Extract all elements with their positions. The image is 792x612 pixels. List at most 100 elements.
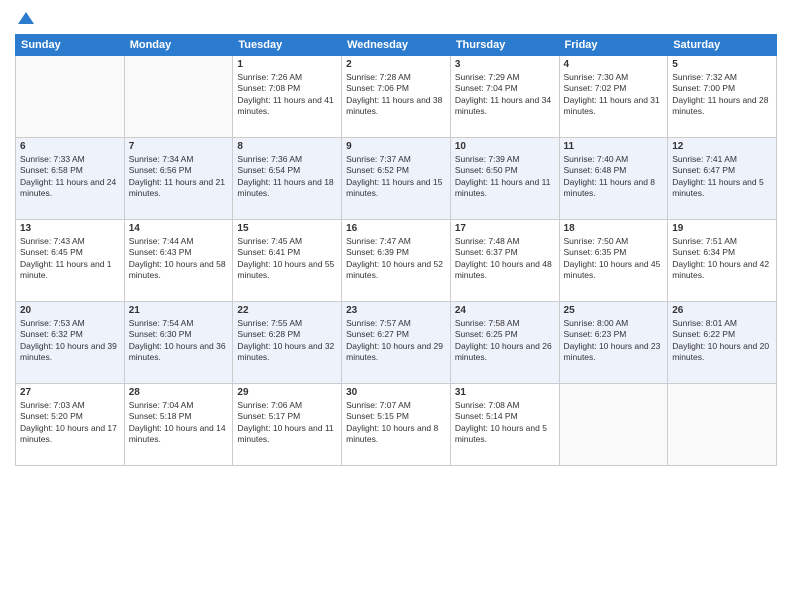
- calendar-cell: 5Sunrise: 7:32 AMSunset: 7:00 PMDaylight…: [668, 56, 777, 138]
- calendar-cell: 15 Sunrise: 7:45 AMSunset: 6:41 PMDayligh…: [233, 220, 342, 302]
- day-header-saturday: Saturday: [668, 35, 777, 56]
- calendar-cell: 20 Sunrise: 7:53 AMSunset: 6:32 PMDayligh…: [16, 302, 125, 384]
- calendar-cell: 19Sunrise: 7:51 AMSunset: 6:34 PMDayligh…: [668, 220, 777, 302]
- page: SundayMondayTuesdayWednesdayThursdayFrid…: [0, 0, 792, 612]
- day-info: Sunrise: 7:43 AMSunset: 6:45 PMDaylight:…: [20, 236, 120, 282]
- day-info: Sunrise: 7:30 AMSunset: 7:02 PMDaylight:…: [564, 72, 664, 118]
- day-info: Sunrise: 7:28 AMSunset: 7:06 PMDaylight:…: [346, 72, 446, 118]
- day-header-monday: Monday: [124, 35, 233, 56]
- day-number: 23: [346, 305, 446, 316]
- day-info: Sunrise: 7:29 AMSunset: 7:04 PMDaylight:…: [455, 72, 555, 118]
- calendar-cell: 8 Sunrise: 7:36 AMSunset: 6:54 PMDaylight…: [233, 138, 342, 220]
- day-number: 7: [129, 141, 229, 152]
- calendar-cell: 6 Sunrise: 7:33 AMSunset: 6:58 PMDaylight…: [16, 138, 125, 220]
- day-number: 22: [237, 305, 337, 316]
- day-number: 29: [237, 387, 337, 398]
- day-number: 10: [455, 141, 555, 152]
- calendar-cell: [559, 384, 668, 466]
- day-number: 18: [564, 223, 664, 234]
- logo: [15, 10, 36, 26]
- calendar-table: SundayMondayTuesdayWednesdayThursdayFrid…: [15, 34, 777, 466]
- day-header-wednesday: Wednesday: [342, 35, 451, 56]
- calendar-week-row: 13 Sunrise: 7:43 AMSunset: 6:45 PMDayligh…: [16, 220, 777, 302]
- logo-icon: [16, 10, 36, 30]
- day-info: Sunrise: 7:50 AMSunset: 6:35 PMDaylight:…: [564, 236, 664, 282]
- day-info: Sunrise: 7:47 AMSunset: 6:39 PMDaylight:…: [346, 236, 446, 282]
- day-info: Sunrise: 7:54 AMSunset: 6:30 PMDaylight:…: [129, 318, 229, 364]
- day-info: Sunrise: 7:39 AMSunset: 6:50 PMDaylight:…: [455, 154, 555, 200]
- calendar-cell: 3 Sunrise: 7:29 AMSunset: 7:04 PMDaylight…: [450, 56, 559, 138]
- calendar-cell: 14Sunrise: 7:44 AMSunset: 6:43 PMDayligh…: [124, 220, 233, 302]
- day-info: Sunrise: 7:48 AMSunset: 6:37 PMDaylight:…: [455, 236, 555, 282]
- day-info: Sunrise: 8:01 AMSunset: 6:22 PMDaylight:…: [672, 318, 772, 364]
- day-number: 8: [237, 141, 337, 152]
- day-header-thursday: Thursday: [450, 35, 559, 56]
- calendar-cell: 23 Sunrise: 7:57 AMSunset: 6:27 PMDayligh…: [342, 302, 451, 384]
- day-number: 6: [20, 141, 120, 152]
- day-info: Sunrise: 7:41 AMSunset: 6:47 PMDaylight:…: [672, 154, 772, 200]
- calendar-cell: 22Sunrise: 7:55 AMSunset: 6:28 PMDayligh…: [233, 302, 342, 384]
- calendar-cell: 1 Sunrise: 7:26 AMSunset: 7:08 PMDaylight…: [233, 56, 342, 138]
- calendar-cell: 24 Sunrise: 7:58 AMSunset: 6:25 PMDayligh…: [450, 302, 559, 384]
- header: [15, 10, 777, 26]
- day-info: Sunrise: 7:37 AMSunset: 6:52 PMDaylight:…: [346, 154, 446, 200]
- day-info: Sunrise: 7:36 AMSunset: 6:54 PMDaylight:…: [237, 154, 337, 200]
- day-number: 11: [564, 141, 664, 152]
- calendar-cell: 31Sunrise: 7:08 AMSunset: 5:14 PMDayligh…: [450, 384, 559, 466]
- calendar-cell: 12 Sunrise: 7:41 AMSunset: 6:47 PMDayligh…: [668, 138, 777, 220]
- day-info: Sunrise: 7:32 AMSunset: 7:00 PMDaylight:…: [672, 72, 772, 118]
- calendar-cell: [124, 56, 233, 138]
- day-info: Sunrise: 7:03 AMSunset: 5:20 PMDaylight:…: [20, 400, 120, 446]
- day-info: Sunrise: 7:33 AMSunset: 6:58 PMDaylight:…: [20, 154, 120, 200]
- day-number: 15: [237, 223, 337, 234]
- day-number: 31: [455, 387, 555, 398]
- day-number: 1: [237, 59, 337, 70]
- day-number: 27: [20, 387, 120, 398]
- calendar-cell: 21 Sunrise: 7:54 AMSunset: 6:30 PMDayligh…: [124, 302, 233, 384]
- day-info: Sunrise: 7:45 AMSunset: 6:41 PMDaylight:…: [237, 236, 337, 282]
- day-info: Sunrise: 7:40 AMSunset: 6:48 PMDaylight:…: [564, 154, 664, 200]
- day-header-friday: Friday: [559, 35, 668, 56]
- calendar-header-row: SundayMondayTuesdayWednesdayThursdayFrid…: [16, 35, 777, 56]
- calendar-cell: 11 Sunrise: 7:40 AMSunset: 6:48 PMDayligh…: [559, 138, 668, 220]
- day-info: Sunrise: 7:58 AMSunset: 6:25 PMDaylight:…: [455, 318, 555, 364]
- calendar-cell: 25Sunrise: 8:00 AMSunset: 6:23 PMDayligh…: [559, 302, 668, 384]
- day-number: 19: [672, 223, 772, 234]
- calendar-cell: 27 Sunrise: 7:03 AMSunset: 5:20 PMDayligh…: [16, 384, 125, 466]
- day-info: Sunrise: 7:53 AMSunset: 6:32 PMDaylight:…: [20, 318, 120, 364]
- day-info: Sunrise: 7:04 AMSunset: 5:18 PMDaylight:…: [129, 400, 229, 446]
- calendar-cell: [668, 384, 777, 466]
- day-number: 24: [455, 305, 555, 316]
- day-header-tuesday: Tuesday: [233, 35, 342, 56]
- calendar-cell: 4 Sunrise: 7:30 AMSunset: 7:02 PMDaylight…: [559, 56, 668, 138]
- day-info: Sunrise: 7:57 AMSunset: 6:27 PMDaylight:…: [346, 318, 446, 364]
- day-number: 13: [20, 223, 120, 234]
- calendar-cell: [16, 56, 125, 138]
- calendar-cell: 13 Sunrise: 7:43 AMSunset: 6:45 PMDayligh…: [16, 220, 125, 302]
- day-info: Sunrise: 7:26 AMSunset: 7:08 PMDaylight:…: [237, 72, 337, 118]
- day-number: 12: [672, 141, 772, 152]
- calendar-week-row: 20 Sunrise: 7:53 AMSunset: 6:32 PMDayligh…: [16, 302, 777, 384]
- day-number: 3: [455, 59, 555, 70]
- calendar-cell: 2 Sunrise: 7:28 AMSunset: 7:06 PMDaylight…: [342, 56, 451, 138]
- day-number: 9: [346, 141, 446, 152]
- day-number: 30: [346, 387, 446, 398]
- day-number: 28: [129, 387, 229, 398]
- calendar-week-row: 27 Sunrise: 7:03 AMSunset: 5:20 PMDayligh…: [16, 384, 777, 466]
- day-info: Sunrise: 7:07 AMSunset: 5:15 PMDaylight:…: [346, 400, 446, 446]
- day-number: 16: [346, 223, 446, 234]
- day-number: 20: [20, 305, 120, 316]
- calendar-cell: 18 Sunrise: 7:50 AMSunset: 6:35 PMDayligh…: [559, 220, 668, 302]
- calendar-cell: 16 Sunrise: 7:47 AMSunset: 6:39 PMDayligh…: [342, 220, 451, 302]
- calendar-cell: 29Sunrise: 7:06 AMSunset: 5:17 PMDayligh…: [233, 384, 342, 466]
- day-number: 26: [672, 305, 772, 316]
- day-number: 4: [564, 59, 664, 70]
- day-number: 21: [129, 305, 229, 316]
- day-info: Sunrise: 7:34 AMSunset: 6:56 PMDaylight:…: [129, 154, 229, 200]
- day-number: 17: [455, 223, 555, 234]
- day-number: 2: [346, 59, 446, 70]
- day-number: 25: [564, 305, 664, 316]
- calendar-cell: 28 Sunrise: 7:04 AMSunset: 5:18 PMDayligh…: [124, 384, 233, 466]
- calendar-cell: 10 Sunrise: 7:39 AMSunset: 6:50 PMDayligh…: [450, 138, 559, 220]
- calendar-cell: 7 Sunrise: 7:34 AMSunset: 6:56 PMDaylight…: [124, 138, 233, 220]
